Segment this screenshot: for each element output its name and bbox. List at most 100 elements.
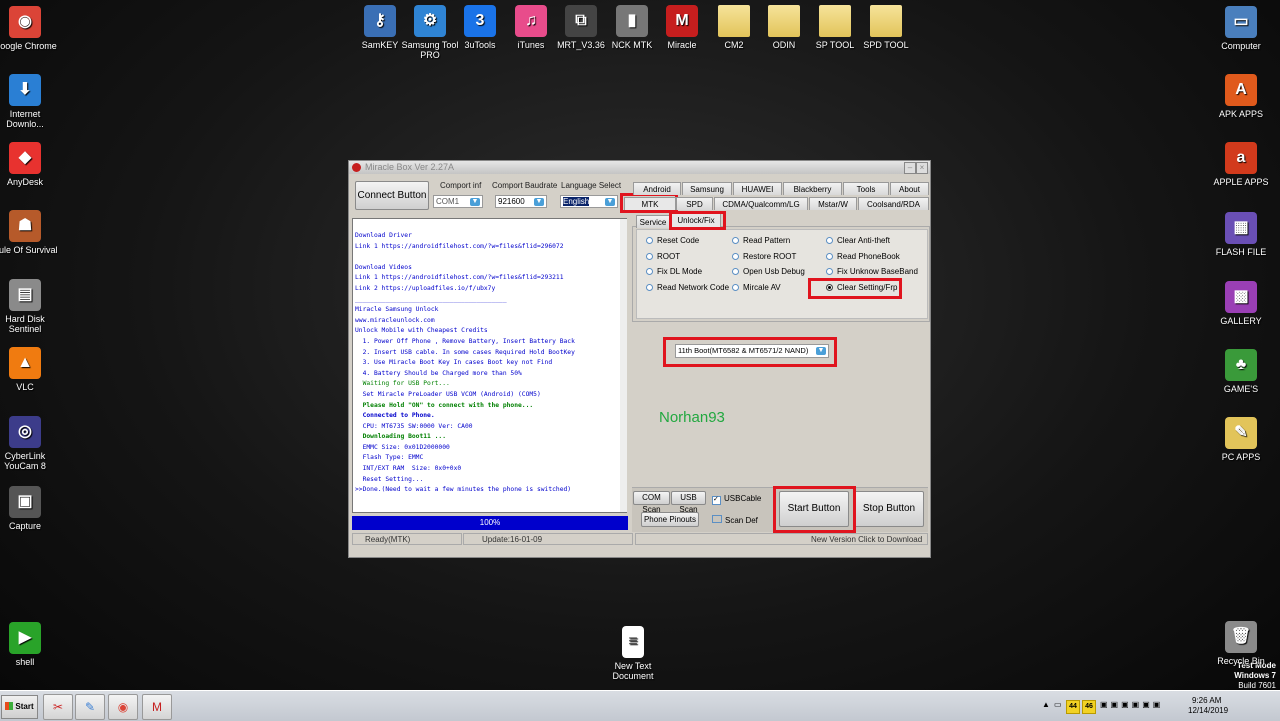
option-fix-unknow-baseband[interactable]: Fix Unknow BaseBand xyxy=(826,267,918,276)
tab-huawei[interactable]: HUAWEI xyxy=(733,182,782,195)
3utools-icon: 3 xyxy=(464,5,496,37)
pc-apps-icon: ✎ xyxy=(1225,417,1257,449)
taskbar-app-paint[interactable]: ✎ xyxy=(75,694,105,720)
boot-select[interactable]: 11th Boot(MT6582 & MT6571/2 NAND) ▼ xyxy=(675,344,829,358)
desktop-icon-apk-apps[interactable]: A APK APPS xyxy=(1206,74,1276,119)
option-clear-setting-frp[interactable]: Clear Setting/Frp xyxy=(826,283,897,292)
odin-icon xyxy=(768,5,800,37)
usb-cable-checkbox[interactable]: ✓ USBCable xyxy=(712,494,761,505)
desktop-icon-capture[interactable]: ▣ Capture xyxy=(0,486,60,531)
option-restore-root[interactable]: Restore ROOT xyxy=(732,252,796,261)
desktop-icon-apple-apps[interactable]: a APPLE APPS xyxy=(1206,142,1276,187)
tray-badge[interactable]: 46 xyxy=(1082,700,1096,714)
log-output[interactable]: Download Driver Link 1 https://androidfil… xyxy=(352,218,627,513)
tab-cdma-qualcomm-lg[interactable]: CDMA/Qualcomm/LG xyxy=(714,197,808,210)
desktop-icon-flash-file[interactable]: ▦ FLASH FILE xyxy=(1206,212,1276,257)
desktop-icon-game-s[interactable]: ♣ GAME'S xyxy=(1206,349,1276,394)
tab-service[interactable]: Service xyxy=(636,215,670,228)
minimize-button[interactable]: – xyxy=(904,162,916,174)
tab-mstar-w[interactable]: Mstar/W xyxy=(809,197,857,210)
start-button[interactable]: Start xyxy=(1,695,38,719)
log-line: Download Driver xyxy=(355,232,412,239)
log-line: 1. Power Off Phone , Remove Battery, Ins… xyxy=(355,337,575,345)
tray-clock-time[interactable]: 9:26 AM xyxy=(1192,696,1221,705)
tray-badge[interactable]: 44 xyxy=(1066,700,1080,714)
start-button[interactable]: Start Button xyxy=(779,491,849,527)
tab-android[interactable]: Android xyxy=(633,182,681,195)
option-clear-anti-theft[interactable]: Clear Anti-theft xyxy=(826,236,890,245)
tab-mtk[interactable]: MTK xyxy=(624,197,676,210)
option-open-usb-debug[interactable]: Open Usb Debug xyxy=(732,267,805,276)
taskbar-app-snipping-tool[interactable]: ✂ xyxy=(43,694,73,720)
scan-def-option[interactable]: Scan Def xyxy=(712,515,758,525)
option-read-pattern[interactable]: Read Pattern xyxy=(732,236,790,245)
log-line: EMMC Size: 0x01D2000000 xyxy=(355,443,450,451)
apple-apps-icon: a xyxy=(1225,142,1257,174)
tray-chevron-icon[interactable]: ▲ xyxy=(1042,700,1050,709)
tab-about[interactable]: About xyxy=(890,182,929,195)
log-line: Please Hold "ON" to connect with the pho… xyxy=(355,401,534,409)
tab-tools[interactable]: Tools xyxy=(843,182,889,195)
stop-button[interactable]: Stop Button xyxy=(854,491,924,527)
option-mircale-av[interactable]: Mircale AV xyxy=(732,283,781,292)
phone-pinouts-button[interactable]: Phone Pinouts xyxy=(641,512,699,527)
option-reset-code[interactable]: Reset Code xyxy=(646,236,699,245)
usb-scan-button[interactable]: USB Scan xyxy=(671,491,706,514)
tab-blackberry[interactable]: Blackberry xyxy=(783,182,842,195)
log-line: Reset Setting... xyxy=(355,475,424,483)
log-line: Link 2 https://uploadfiles.io/f/ubx7y xyxy=(355,284,496,292)
desktop-icon-gallery[interactable]: ▩ GALLERY xyxy=(1206,281,1276,326)
option-label: Read Network Code xyxy=(657,283,730,292)
desktop-icon-label: GALLERY xyxy=(1220,316,1262,326)
desktop-icon-label: CM2 xyxy=(724,40,744,50)
radio-button-icon xyxy=(826,253,833,260)
desktop-icon-shell[interactable]: ▶ shell xyxy=(0,622,60,667)
com-scan-button[interactable]: COM Scan xyxy=(633,491,670,514)
log-line: Unlock Mobile with Cheapest Credits xyxy=(355,327,488,335)
desktop-icon-spd-tool[interactable]: SPD TOOL xyxy=(851,5,921,50)
desktop-icon-recycle-bin[interactable]: 🗑 Recycle Bin xyxy=(1206,621,1276,666)
radio-button-icon xyxy=(646,268,653,275)
desktop-icon-pc-apps[interactable]: ✎ PC APPS xyxy=(1206,417,1276,462)
baudrate-value: 921600 xyxy=(498,197,525,206)
desktop-icon-label: APK APPS xyxy=(1218,109,1264,119)
desktop-icon-computer[interactable]: ▭ Computer xyxy=(1206,6,1276,51)
tray-clock-date[interactable]: 12/14/2019 xyxy=(1188,706,1228,715)
baudrate-select[interactable]: 921600 ▼ xyxy=(495,195,547,208)
connect-button[interactable]: Connect Button xyxy=(355,181,429,210)
desktop-icon-label: SamKEY xyxy=(361,40,399,50)
desktop-icon-label: FLASH FILE xyxy=(1215,247,1267,257)
radio-button-icon xyxy=(646,237,653,244)
radio-button-icon xyxy=(826,268,833,275)
taskbar-app-miracle-box[interactable]: M xyxy=(142,694,172,720)
desktop-icon-google-chrome[interactable]: ◉ Google Chrome xyxy=(0,6,60,51)
desktop-icon-anydesk[interactable]: ◆ AnyDesk xyxy=(0,142,60,187)
option-read-phonebook[interactable]: Read PhoneBook xyxy=(826,252,900,261)
status-new-version-link[interactable]: New Version Click to Download xyxy=(635,533,928,545)
desktop-icon-hard-disk-sentinel[interactable]: ▤ Hard Disk Sentinel xyxy=(0,279,60,334)
nck-mtk-icon: ▮ xyxy=(616,5,648,37)
desktop-icon-internet-downlo[interactable]: ⬇ Internet Downlo... xyxy=(0,74,60,129)
tab-spd[interactable]: SPD xyxy=(676,197,713,210)
desktop-icon-rule-of-survival[interactable]: ☗ Rule Of Survival xyxy=(0,210,60,255)
tray-icons[interactable]: ▣▣▣▣▣▣ xyxy=(1100,700,1163,709)
taskbar-app-chrome[interactable]: ◉ xyxy=(108,694,138,720)
log-scrollbar[interactable] xyxy=(620,219,627,512)
baudrate-label: Comport Baudrate xyxy=(492,181,558,190)
comport-select[interactable]: COM1 ▼ xyxy=(433,195,483,208)
desktop-icon-vlc[interactable]: ▲ VLC xyxy=(0,347,60,392)
option-root[interactable]: ROOT xyxy=(646,252,680,261)
title-bar[interactable]: Miracle Box Ver 2.27A – × xyxy=(349,161,930,174)
desktop-icon-new-text-document[interactable]: ≡ New Text Document xyxy=(598,626,668,681)
tab-coolsand-rda[interactable]: Coolsand/RDA xyxy=(858,197,929,210)
tab-samsung[interactable]: Samsung xyxy=(682,182,732,195)
mrt-v3-36-icon: ⧉ xyxy=(565,5,597,37)
language-select[interactable]: English ▼ xyxy=(560,195,618,208)
tab-unlock-fix[interactable]: Unlock/Fix xyxy=(671,213,721,228)
option-read-network-code[interactable]: Read Network Code xyxy=(646,283,729,292)
radio-button-icon xyxy=(826,284,833,291)
close-button[interactable]: × xyxy=(916,162,928,174)
desktop-icon-cyberlink-youcam-8[interactable]: ◎ CyberLink YouCam 8 xyxy=(0,416,60,471)
tray-network-icon[interactable]: ▭ xyxy=(1054,700,1062,709)
option-fix-dl-mode[interactable]: Fix DL Mode xyxy=(646,267,702,276)
